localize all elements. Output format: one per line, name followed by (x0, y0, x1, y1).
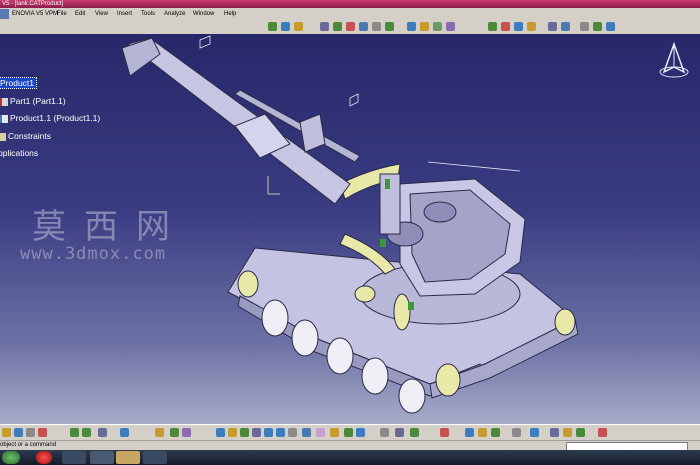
watermark-url: www.3dmox.com (20, 244, 167, 264)
clash-icon[interactable] (501, 22, 510, 31)
menu-analyze[interactable]: Analyze (164, 8, 185, 20)
generate-numbering-icon[interactable] (550, 428, 559, 437)
opera-icon[interactable] (36, 451, 52, 464)
section-icon[interactable] (514, 22, 523, 31)
task-window-icon[interactable] (143, 451, 167, 464)
watermark-chinese: 莫西网 (32, 207, 188, 247)
coincidence-icon[interactable] (320, 22, 329, 31)
annotation-icon[interactable] (580, 22, 589, 31)
swap-space-icon[interactable] (344, 428, 353, 437)
menu-edit[interactable]: Edit (75, 8, 85, 20)
save-icon[interactable] (14, 428, 23, 437)
start-button[interactable] (2, 451, 20, 464)
catia-task-icon[interactable] (90, 451, 114, 464)
menu-insert[interactable]: Insert (117, 8, 132, 20)
zoom-in-icon[interactable] (264, 428, 273, 437)
catalog-icon-2[interactable] (465, 428, 474, 437)
existing-component-icon[interactable] (281, 22, 290, 31)
menu-enovia[interactable]: ENOVIA V5 VPM (12, 8, 58, 20)
hide-show-icon[interactable] (330, 428, 339, 437)
product-structure-icon[interactable] (530, 428, 539, 437)
capture-icon[interactable] (356, 428, 365, 437)
rotate-icon[interactable] (252, 428, 261, 437)
formula-icon[interactable] (120, 428, 129, 437)
shading-icon[interactable] (316, 428, 325, 437)
menu-help[interactable]: Help (224, 8, 236, 20)
whats-this-icon[interactable] (98, 428, 107, 437)
snap-icon[interactable] (446, 22, 455, 31)
normal-view-icon[interactable] (288, 428, 297, 437)
explorer-icon[interactable] (116, 451, 140, 464)
menu-window[interactable]: Window (193, 8, 214, 20)
grid-icon[interactable] (598, 428, 607, 437)
cut-icon[interactable] (38, 428, 47, 437)
publication-icon[interactable] (478, 428, 487, 437)
menu-file[interactable]: File (57, 8, 67, 20)
measure-item-icon[interactable] (395, 428, 404, 437)
sync-icon[interactable] (491, 428, 500, 437)
replace-component-icon[interactable] (294, 22, 303, 31)
fly-mode-icon[interactable] (216, 428, 225, 437)
bill-of-material-icon[interactable] (563, 428, 572, 437)
reuse-pattern-icon[interactable] (420, 22, 429, 31)
update-all-icon[interactable] (512, 428, 521, 437)
open-icon[interactable] (2, 428, 11, 437)
redo-icon[interactable] (82, 428, 91, 437)
zoom-out-icon[interactable] (276, 428, 285, 437)
scene-icon[interactable] (561, 22, 570, 31)
measure-inertia-icon[interactable] (410, 428, 419, 437)
taskbar (0, 450, 700, 465)
catalog-browser-icon[interactable] (155, 428, 164, 437)
top-toolbar (0, 20, 700, 34)
menu-tools[interactable]: Tools (141, 8, 155, 20)
catalog-icon[interactable] (606, 22, 615, 31)
scene-browser-icon[interactable] (576, 428, 585, 437)
update-icon[interactable] (407, 22, 416, 31)
select-icon[interactable] (170, 428, 179, 437)
app-icon[interactable] (0, 9, 9, 19)
menu-view[interactable]: View (95, 8, 108, 20)
distance-icon[interactable] (527, 22, 536, 31)
apply-material-icon[interactable] (440, 428, 449, 437)
fix-together-icon[interactable] (385, 22, 394, 31)
angle-icon[interactable] (359, 22, 368, 31)
compass-icon[interactable] (654, 42, 694, 82)
measure-icon[interactable] (380, 428, 389, 437)
new-component-icon[interactable] (268, 22, 277, 31)
window-title: V5 - [tank.CATProduct] (2, 1, 64, 7)
manipulate-icon[interactable] (433, 22, 442, 31)
undo-icon[interactable] (70, 428, 79, 437)
fit-all-icon[interactable] (228, 428, 237, 437)
3d-viewport[interactable]: Product1 Part1 (Part1.1) Product1.1 (Pro… (0, 34, 700, 424)
status-message: object or a command (0, 442, 57, 448)
title-bar: V5 - [tank.CATProduct] (0, 0, 700, 8)
pan-icon[interactable] (240, 428, 249, 437)
iso-view-icon[interactable] (302, 428, 311, 437)
weld-icon[interactable] (593, 22, 602, 31)
fix-icon[interactable] (372, 22, 381, 31)
axis-icon[interactable] (182, 428, 191, 437)
print-icon[interactable] (26, 428, 35, 437)
sketcher-icon[interactable] (548, 22, 557, 31)
bottom-toolbar (0, 424, 700, 441)
explode-icon[interactable] (488, 22, 497, 31)
media-player-icon[interactable] (62, 451, 86, 464)
contact-icon[interactable] (333, 22, 342, 31)
antenna-line (427, 161, 521, 172)
offset-icon[interactable] (346, 22, 355, 31)
